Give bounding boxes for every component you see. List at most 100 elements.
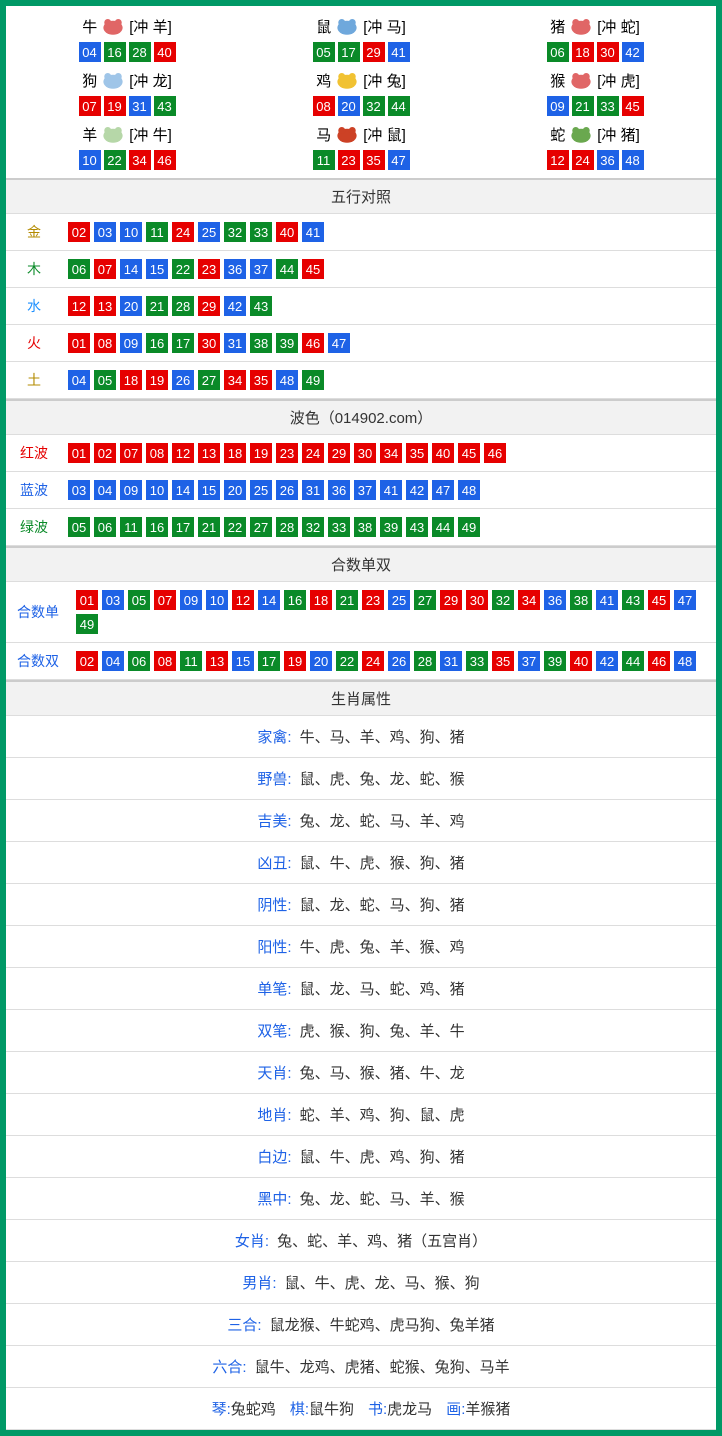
zodiac-animal-icon [99, 122, 127, 146]
ball-09: 09 [120, 480, 142, 500]
ball-37: 37 [518, 651, 540, 671]
ball-28: 28 [172, 296, 194, 316]
ball-16: 16 [146, 517, 168, 537]
zodiac-balls: 12243648 [547, 150, 644, 170]
four-group-row: 琴:兔蛇鸡棋:鼠牛狗书:虎龙马画:羊猴猪 [6, 1388, 716, 1430]
ball-39: 39 [544, 651, 566, 671]
attribute-val: 兔、蛇、羊、鸡、猪（五宫肖） [277, 1233, 487, 1250]
zodiac-cell: 牛 [冲 羊] 04162840 [10, 14, 244, 62]
ball-11: 11 [180, 651, 202, 671]
row-balls-cell: 0204060811131517192022242628313335373940… [70, 643, 716, 680]
ball-45: 45 [648, 590, 670, 610]
ball-02: 02 [68, 222, 90, 242]
ball-19: 19 [104, 96, 126, 116]
zodiac-clash: [冲 龙] [129, 70, 172, 91]
attribute-val: 牛、马、羊、鸡、狗、猪 [300, 729, 465, 746]
ball-20: 20 [120, 296, 142, 316]
ball-27: 27 [198, 370, 220, 390]
attribute-key: 女肖: [235, 1233, 269, 1250]
ball-05: 05 [94, 370, 116, 390]
ball-42: 42 [224, 296, 246, 316]
ball-34: 34 [224, 370, 246, 390]
ball-20: 20 [310, 651, 332, 671]
table-row: 木 06071415222336374445 [6, 251, 716, 288]
attribute-val: 鼠牛、龙鸡、虎猪、蛇猴、兔狗、马羊 [255, 1359, 510, 1376]
table-row: 绿波 05061116172122272832333839434449 [6, 509, 716, 546]
four-group: 画:羊猴猪 [446, 1401, 510, 1418]
attribute-row: 双笔: 虎、猴、狗、兔、羊、牛 [6, 1010, 716, 1052]
row-balls-cell: 05061116172122272832333839434449 [62, 509, 716, 546]
ball-04: 04 [68, 370, 90, 390]
attribute-row: 男肖: 鼠、牛、虎、龙、马、猴、狗 [6, 1262, 716, 1304]
ball-45: 45 [458, 443, 480, 463]
ball-26: 26 [388, 651, 410, 671]
attribute-val: 鼠、牛、虎、猴、狗、猪 [300, 855, 465, 872]
zodiac-name: 牛 [82, 16, 97, 37]
ball-49: 49 [76, 614, 98, 634]
ball-18: 18 [310, 590, 332, 610]
table-row: 蓝波 03040910141520252631363741424748 [6, 472, 716, 509]
zodiac-animal-icon [99, 68, 127, 92]
ball-29: 29 [440, 590, 462, 610]
ball-02: 02 [76, 651, 98, 671]
ball-05: 05 [68, 517, 90, 537]
ball-13: 13 [198, 443, 220, 463]
zodiac-animal-icon [567, 14, 595, 38]
ball-08: 08 [313, 96, 335, 116]
ball-32: 32 [302, 517, 324, 537]
attribute-key: 凶丑: [257, 855, 291, 872]
ball-21: 21 [572, 96, 594, 116]
attribute-key: 双笔: [257, 1023, 291, 1040]
ball-47: 47 [674, 590, 696, 610]
attribute-val: 兔、马、猴、猪、牛、龙 [300, 1065, 465, 1082]
ball-16: 16 [104, 42, 126, 62]
ball-20: 20 [338, 96, 360, 116]
ball-38: 38 [570, 590, 592, 610]
ball-07: 07 [120, 443, 142, 463]
ball-17: 17 [172, 333, 194, 353]
ball-15: 15 [146, 259, 168, 279]
zodiac-clash: [冲 马] [363, 16, 406, 37]
ball-25: 25 [388, 590, 410, 610]
four-key: 琴: [212, 1401, 231, 1418]
ball-35: 35 [250, 370, 272, 390]
row-balls: 04051819262734354849 [68, 370, 710, 390]
ball-29: 29 [363, 42, 385, 62]
section-header-wuxing: 五行对照 [6, 178, 716, 214]
ball-07: 07 [94, 259, 116, 279]
ball-04: 04 [79, 42, 101, 62]
attribute-key: 家禽: [257, 729, 291, 746]
ball-16: 16 [146, 333, 168, 353]
row-balls: 0204060811131517192022242628313335373940… [76, 651, 710, 671]
zodiac-balls: 05172941 [313, 42, 410, 62]
attribute-key: 男肖: [242, 1275, 276, 1292]
ball-34: 34 [380, 443, 402, 463]
ball-40: 40 [154, 42, 176, 62]
attribute-row: 黑中: 兔、龙、蛇、马、羊、猴 [6, 1178, 716, 1220]
ball-34: 34 [518, 590, 540, 610]
ball-41: 41 [380, 480, 402, 500]
row-balls: 0102070812131819232429303435404546 [68, 443, 710, 463]
ball-32: 32 [492, 590, 514, 610]
row-label: 合数双 [6, 643, 70, 680]
ball-15: 15 [232, 651, 254, 671]
ball-36: 36 [224, 259, 246, 279]
attribute-key: 白边: [257, 1149, 291, 1166]
zodiac-name: 蛇 [550, 124, 565, 145]
attribute-row: 吉美: 兔、龙、蛇、马、羊、鸡 [6, 800, 716, 842]
attribute-val: 虎、猴、狗、兔、羊、牛 [300, 1023, 465, 1040]
ball-44: 44 [622, 651, 644, 671]
ball-28: 28 [129, 42, 151, 62]
ball-22: 22 [172, 259, 194, 279]
ball-43: 43 [622, 590, 644, 610]
zodiac-name: 猴 [550, 70, 565, 91]
ball-21: 21 [146, 296, 168, 316]
ball-32: 32 [363, 96, 385, 116]
ball-46: 46 [302, 333, 324, 353]
ball-23: 23 [362, 590, 384, 610]
zodiac-name: 猪 [550, 16, 565, 37]
ball-03: 03 [102, 590, 124, 610]
row-label: 火 [6, 325, 62, 362]
attribute-row: 阳性: 牛、虎、兔、羊、猴、鸡 [6, 926, 716, 968]
attribute-row: 单笔: 鼠、龙、马、蛇、鸡、猪 [6, 968, 716, 1010]
